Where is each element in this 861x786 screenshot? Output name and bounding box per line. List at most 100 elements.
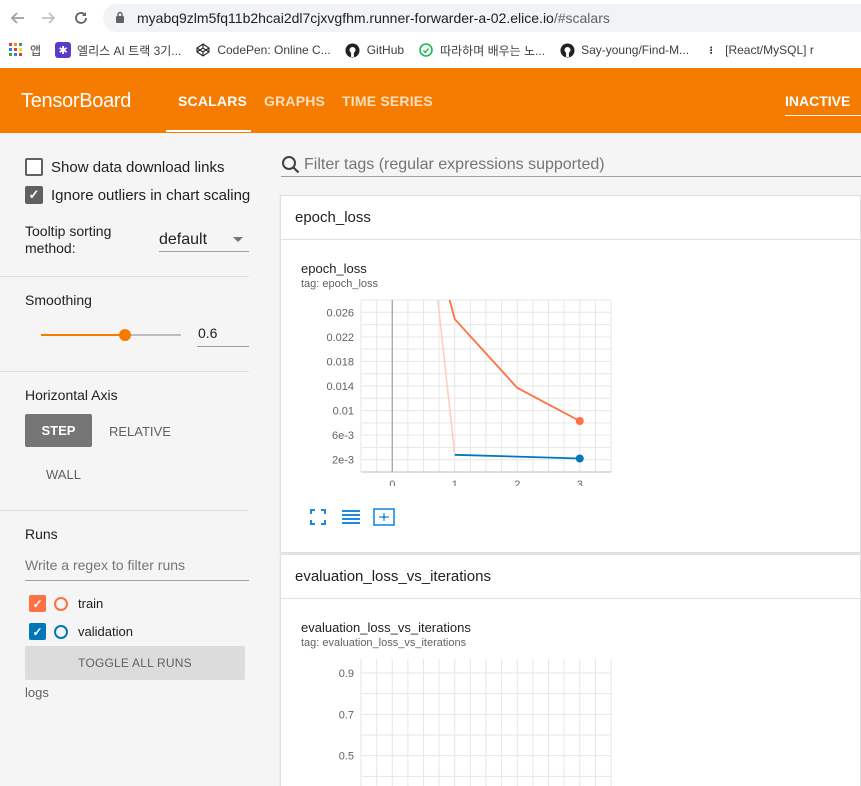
velog-icon: ⁝ <box>709 44 713 57</box>
sidebar: Show data download links ✓ Ignore outlie… <box>0 133 265 786</box>
bookmark-github[interactable]: GitHub <box>345 42 404 58</box>
show-download-links-option[interactable]: Show data download links <box>25 158 224 176</box>
bookmark-codepen[interactable]: CodePen: Online C... <box>195 42 331 58</box>
url-host: myabq9zlm5fq11b2hcai2dl7cjxvgfhm.runner-… <box>137 10 554 26</box>
relative-button[interactable]: RELATIVE <box>109 424 171 439</box>
y-tick-label: 0.022 <box>326 332 354 344</box>
toggle-all-runs-button[interactable]: TOGGLE ALL RUNS <box>25 646 245 680</box>
bookmark-label: [React/MySQL] r <box>725 43 814 57</box>
bookmark-velog[interactable]: ⁝ [React/MySQL] r <box>703 42 814 58</box>
show-download-links-checkbox[interactable] <box>25 158 43 176</box>
ignore-outliers-option[interactable]: ✓ Ignore outliers in chart scaling <box>25 186 250 204</box>
chart-tag: tag: evaluation_loss_vs_iterations <box>301 637 467 649</box>
apps-grid-icon <box>8 42 24 58</box>
inactive-dropdown[interactable]: INACTIVE <box>785 93 850 109</box>
y-tick-label: 0.026 <box>326 307 354 319</box>
y-tick-label: 6e-3 <box>332 430 354 442</box>
app-title: TensorBoard <box>21 90 132 112</box>
y-tick-label: 0.7 <box>339 709 354 721</box>
epoch-loss-chart[interactable]: 0.026 0.022 0.018 0.014 0.01 6e-3 2e-3 0 1 2 3 <box>301 296 621 486</box>
bookmark-elice[interactable]: ✱ 엘리스 AI 트랙 3기... <box>55 42 181 59</box>
card-header-label: evaluation_loss_vs_iterations <box>295 568 491 585</box>
tooltip-sorting-label: Tooltip sorting method: <box>25 223 111 257</box>
smoothing-input[interactable]: 0.6 <box>197 325 249 347</box>
reload-icon[interactable] <box>67 4 95 32</box>
smoothing-label: Smoothing <box>25 292 92 308</box>
y-tick-label: 0.01 <box>333 406 354 418</box>
series-endpoint-train <box>575 417 584 426</box>
chart-tag: tag: epoch_loss <box>301 278 379 290</box>
horizontal-axis-label: Horizontal Axis <box>25 387 118 403</box>
x-tick-label: 3 <box>577 479 583 486</box>
active-tab-indicator <box>166 130 251 132</box>
chart-title: epoch_loss <box>301 261 367 276</box>
ignore-outliers-label: Ignore outliers in chart scaling <box>51 186 251 204</box>
raw-series-line <box>437 300 456 455</box>
tab-scalars[interactable]: SCALARS <box>178 93 247 109</box>
divider <box>0 276 249 277</box>
run-train[interactable]: ✓ train <box>29 595 103 612</box>
run-validation-checkbox[interactable]: ✓ <box>29 623 46 640</box>
tooltip-sorting-select[interactable]: default <box>159 228 249 252</box>
card-header[interactable]: evaluation_loss_vs_iterations <box>281 555 860 599</box>
bookmark-label: Say-young/Find-M... <box>581 43 690 57</box>
evaluation-loss-chart[interactable]: 0.90.70.50.3 <box>301 655 621 786</box>
bookmark-label: GitHub <box>366 43 405 57</box>
run-train-checkbox[interactable]: ✓ <box>29 595 46 612</box>
search-icon <box>281 155 301 175</box>
tab-time-series[interactable]: TIME SERIES <box>342 93 433 109</box>
run-color-swatch[interactable] <box>54 624 68 639</box>
tooltip-label-line1: Tooltip sorting <box>25 223 112 239</box>
chart-card: epoch_loss epoch_loss tag: epoch_loss 0.… <box>280 195 861 553</box>
run-name: train <box>78 596 104 611</box>
inactive-underline <box>785 115 861 116</box>
github-icon <box>345 42 361 58</box>
plot-area <box>437 300 581 460</box>
chart-toolbar <box>309 508 405 526</box>
runs-filter-input[interactable]: Write a regex to filter runs <box>25 557 249 581</box>
series-endpoint-validation <box>575 454 584 463</box>
tab-graphs[interactable]: GRAPHS <box>264 93 325 109</box>
run-name: validation <box>78 624 133 639</box>
elice-icon: ✱ <box>55 42 72 58</box>
bookmark-inflearn[interactable]: 따라하며 배우는 노... <box>418 42 545 59</box>
url-field[interactable]: myabq9zlm5fq11b2hcai2dl7cjxvgfhm.runner-… <box>103 4 861 32</box>
forward-arrow-icon[interactable] <box>34 4 62 32</box>
bookmark-label: 엘리스 AI 트랙 3기... <box>77 43 182 58</box>
tag-filter-input[interactable]: Filter tags (regular expressions support… <box>281 153 861 177</box>
bookmark-apps[interactable]: 앱 <box>8 42 41 59</box>
card-header[interactable]: epoch_loss <box>281 196 860 240</box>
browser-address-bar: myabq9zlm5fq11b2hcai2dl7cjxvgfhm.runner-… <box>0 0 861 36</box>
chart-title: evaluation_loss_vs_iterations <box>301 620 471 635</box>
x-tick-label: 2 <box>514 479 520 486</box>
ignore-outliers-checkbox[interactable]: ✓ <box>25 186 43 204</box>
tensorboard-header: TensorBoard SCALARS GRAPHS TIME SERIES I… <box>0 68 861 133</box>
dropdown-arrow-icon <box>233 237 243 242</box>
run-validation[interactable]: ✓ validation <box>29 623 133 640</box>
codepen-icon <box>195 42 211 58</box>
y-tick-label: 2e-3 <box>332 455 354 467</box>
bookmark-label: 따라하며 배우는 노... <box>440 43 546 58</box>
tooltip-sorting-value: default <box>159 230 208 248</box>
divider <box>0 371 249 372</box>
bookmark-github-2[interactable]: Say-young/Find-M... <box>559 42 689 58</box>
logs-label: logs <box>25 685 49 700</box>
bookmark-label: CodePen: Online C... <box>217 43 331 57</box>
fit-domain-icon[interactable] <box>373 508 395 526</box>
toggle-log-scale-icon[interactable] <box>341 508 361 526</box>
inflearn-icon <box>418 42 434 58</box>
y-tick-label: 0.018 <box>326 356 354 368</box>
fullscreen-icon[interactable] <box>309 508 329 526</box>
back-arrow-icon[interactable] <box>4 4 32 32</box>
y-tick-label: 0.014 <box>326 381 354 393</box>
run-color-swatch[interactable] <box>54 596 68 611</box>
y-tick-label: 0.9 <box>339 668 354 680</box>
main-panel: Filter tags (regular expressions support… <box>265 133 861 786</box>
smoothing-slider-fill <box>41 334 125 336</box>
bookmarks-bar: 앱 ✱ 엘리스 AI 트랙 3기... CodePen: Online C...… <box>0 36 861 64</box>
step-button[interactable]: STEP <box>25 414 92 447</box>
show-download-links-label: Show data download links <box>51 158 225 176</box>
wall-button[interactable]: WALL <box>46 467 81 482</box>
bookmark-label: 앱 <box>30 43 42 58</box>
smoothing-slider-thumb[interactable] <box>119 329 131 341</box>
